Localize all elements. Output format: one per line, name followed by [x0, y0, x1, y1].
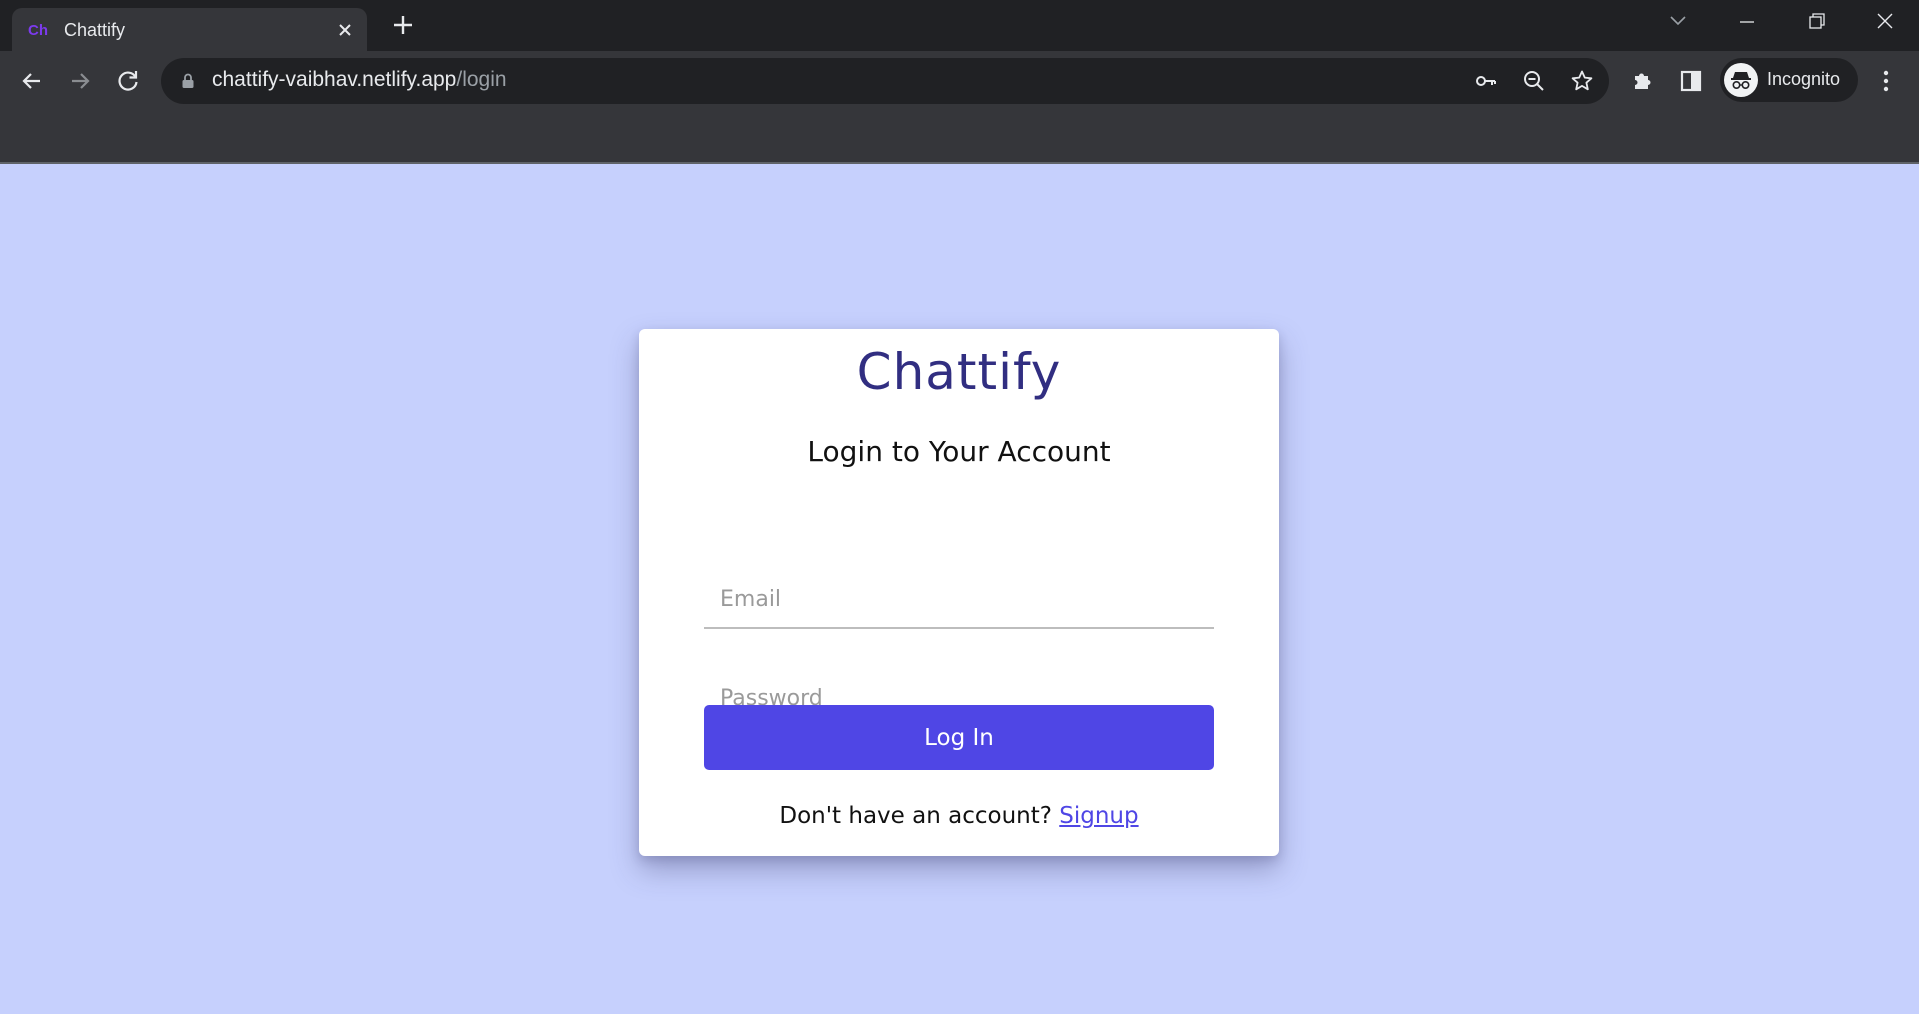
signup-prompt-text: Don't have an account? [779, 803, 1052, 829]
zoom-out-icon[interactable] [1522, 69, 1546, 93]
url-path: /login [456, 68, 507, 91]
restore-icon[interactable] [1786, 0, 1846, 44]
login-card: Chattify Login to Your Account Log In Do… [639, 329, 1279, 856]
minimize-icon[interactable] [1717, 0, 1777, 44]
star-icon[interactable] [1570, 69, 1594, 93]
tab-title: Chattify [64, 20, 126, 40]
reload-icon[interactable] [114, 67, 142, 95]
side-panel-icon[interactable] [1677, 67, 1705, 95]
signup-prompt-line: Don't have an account? Signup [639, 803, 1279, 829]
plus-icon[interactable] [392, 14, 414, 36]
arrow-right-icon[interactable] [66, 67, 94, 95]
browser-toolbar: chattify-vaibhav.netlify.app/login Incog… [0, 51, 1919, 111]
window-close-icon[interactable] [1855, 0, 1915, 44]
url-text[interactable]: chattify-vaibhav.netlify.app/login [212, 68, 507, 92]
address-bar[interactable]: chattify-vaibhav.netlify.app/login [161, 58, 1609, 104]
incognito-icon [1724, 63, 1758, 97]
url-host: chattify-vaibhav.netlify.app [212, 68, 457, 91]
lock-icon[interactable] [181, 73, 195, 89]
browser-tab-strip: Ch Chattify [0, 0, 1919, 51]
key-icon[interactable] [1474, 69, 1498, 93]
puzzle-icon[interactable] [1629, 67, 1657, 95]
incognito-profile-chip[interactable]: Incognito [1720, 58, 1858, 102]
brand-logo-text: Chattify [856, 343, 1062, 401]
login-button[interactable]: Log In [704, 705, 1214, 770]
signup-link[interactable]: Signup [1059, 803, 1138, 829]
incognito-label: Incognito [1767, 69, 1841, 89]
arrow-left-icon[interactable] [18, 67, 46, 95]
email-field[interactable] [704, 572, 1214, 629]
close-icon[interactable] [337, 22, 353, 38]
browser-tab[interactable]: Ch Chattify [12, 8, 367, 51]
login-heading: Login to Your Account [807, 435, 1111, 468]
kebab-menu-icon[interactable] [1876, 67, 1896, 95]
bookmarks-bar [0, 111, 1919, 164]
tab-favicon: Ch [28, 22, 48, 39]
tab-search-chevron-icon[interactable] [1648, 0, 1708, 44]
